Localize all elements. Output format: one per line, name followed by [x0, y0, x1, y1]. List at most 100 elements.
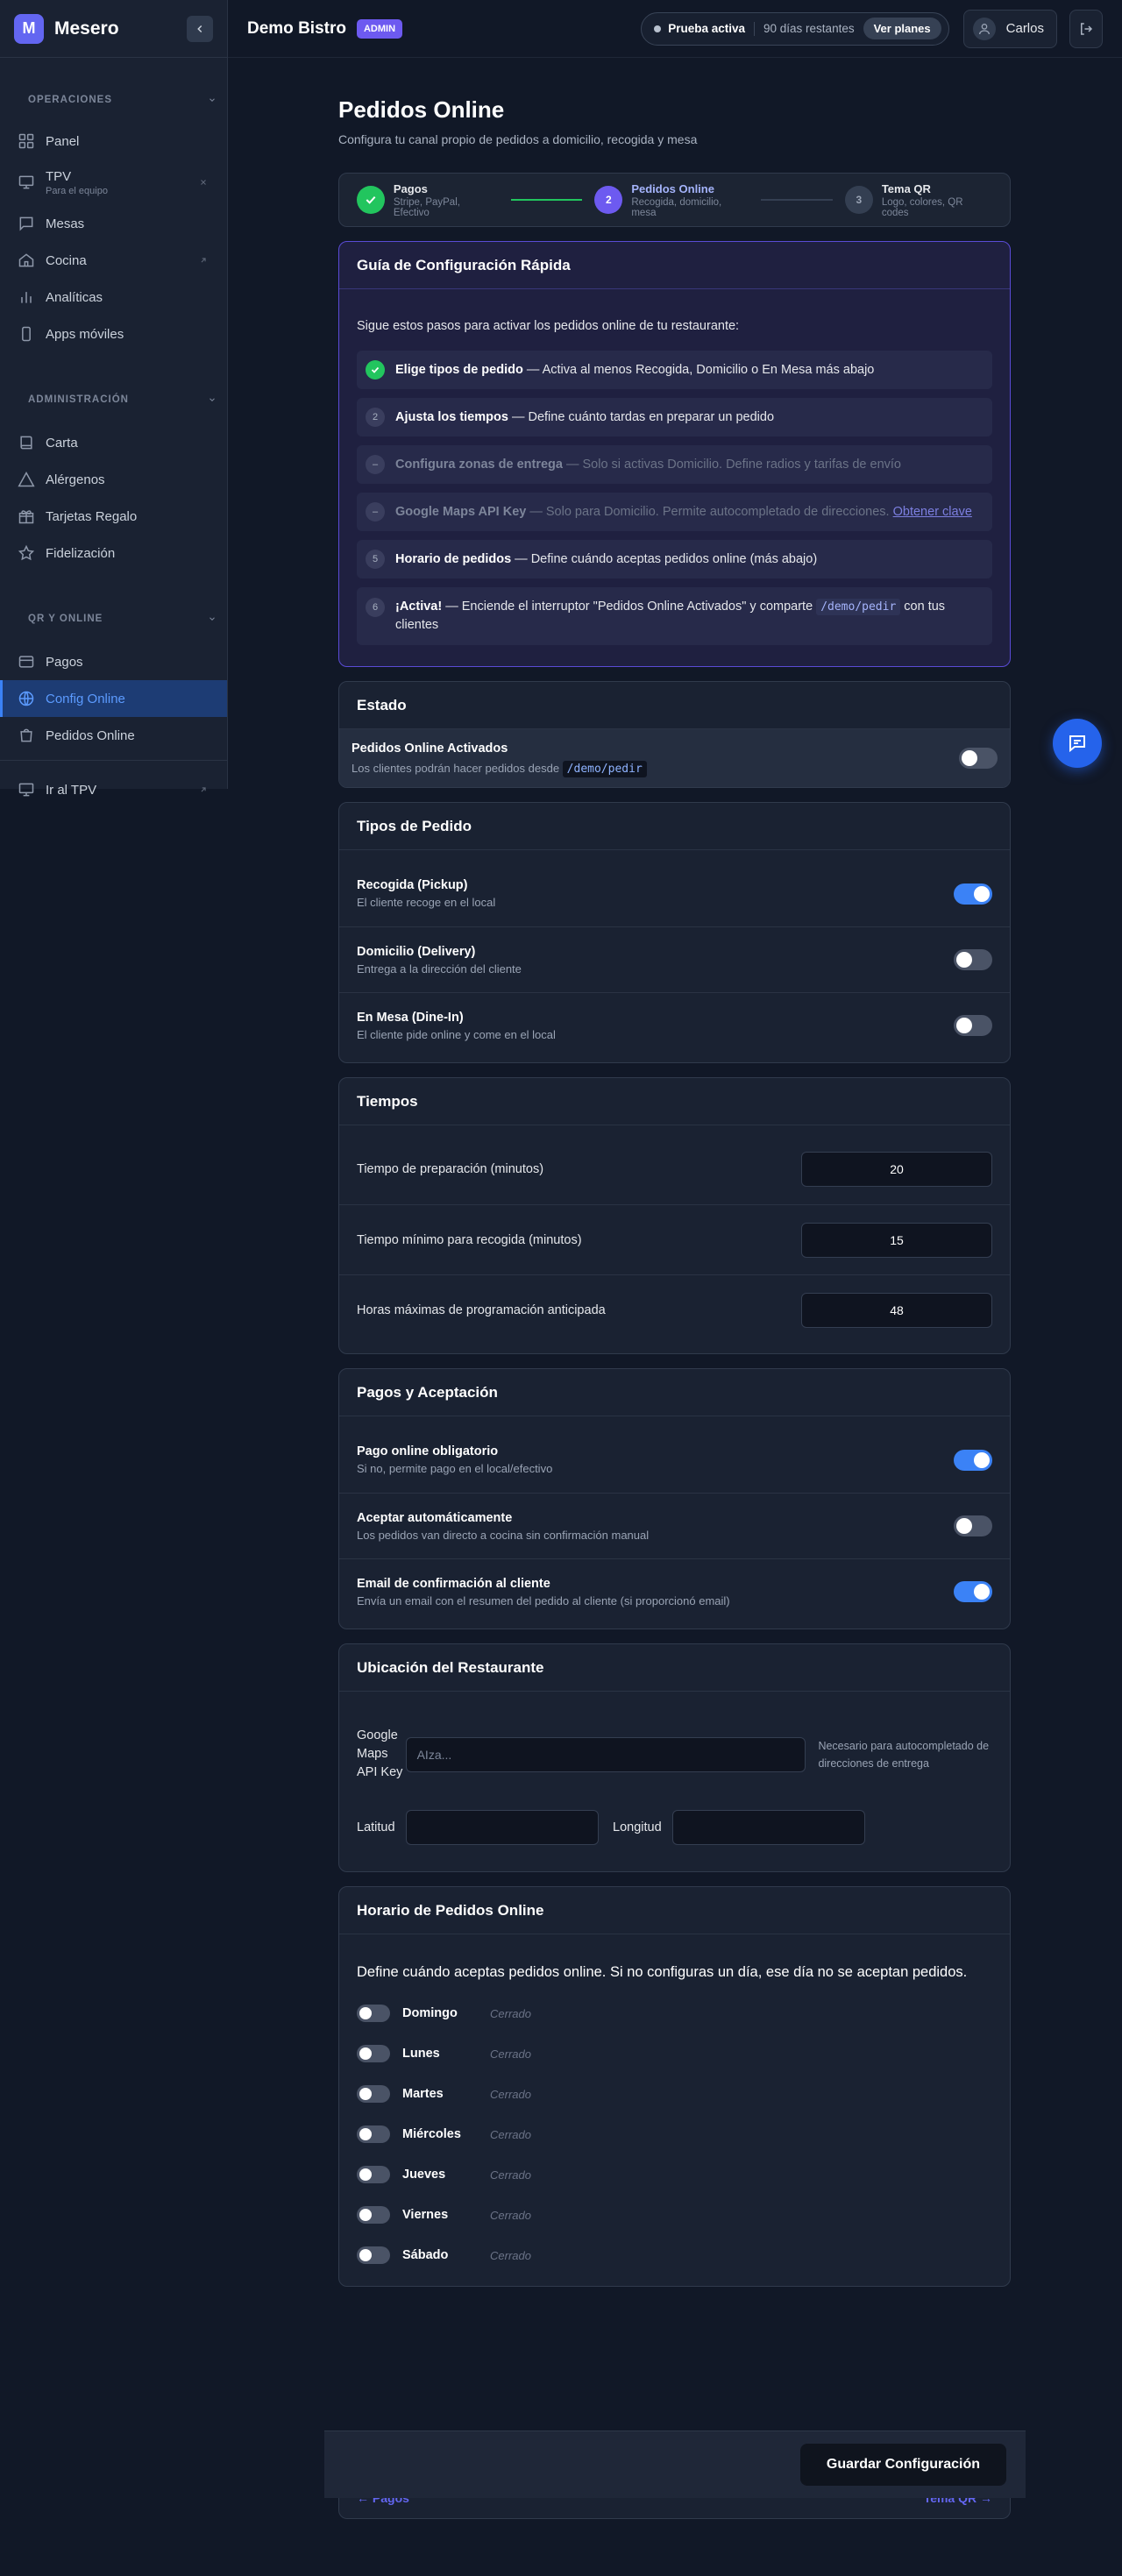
card-title: Guía de Configuración Rápida — [339, 242, 1010, 289]
day-status: Cerrado — [490, 2248, 531, 2262]
day-toggle[interactable] — [357, 2085, 390, 2103]
setting-label: Pago online obligatorio — [357, 1444, 499, 1458]
card-title: Tiempos — [339, 1078, 1010, 1125]
times-card: Tiempos Tiempo de preparación (minutos) … — [338, 1077, 1011, 1354]
guide-step-title: ¡Activa! — [395, 600, 443, 614]
confirmation-email-toggle[interactable] — [954, 1581, 992, 1602]
setting-description: Los clientes podrán hacer pedidos desde … — [352, 760, 647, 777]
prev-step-link[interactable]: ← Pagos — [357, 2498, 409, 2505]
card-title: Horario de Pedidos Online — [339, 1887, 1010, 1934]
guide-step-title: Horario de pedidos — [395, 552, 512, 566]
monitor-icon — [18, 783, 34, 797]
day-toggle[interactable] — [357, 2005, 390, 2022]
setting-description: Entrega a la dirección del cliente — [357, 962, 522, 976]
topbar: Demo Bistro ADMIN Prueba activa 90 días … — [228, 0, 1122, 58]
setting-label: Tiempo mínimo para recogida (minutos) — [357, 1232, 582, 1247]
day-toggle[interactable] — [357, 2045, 390, 2062]
sidebar-item-label: Alérgenos — [46, 472, 105, 487]
sidebar-divider — [0, 754, 227, 761]
globe-icon — [18, 691, 34, 706]
sidebar-item-label: Config Online — [46, 691, 125, 706]
sidebar-item-tpv[interactable]: TPV Para el equipo — [0, 160, 227, 205]
latitude-input[interactable] — [406, 1810, 599, 1845]
step-number: – — [366, 502, 385, 522]
sidebar-item-mesas[interactable]: Mesas — [0, 205, 227, 242]
sidebar-section-operaciones[interactable]: OPERACIONES — [0, 91, 227, 109]
guide-intro: Sigue estos pasos para activar los pedid… — [357, 319, 740, 333]
online-payment-toggle[interactable] — [954, 1449, 992, 1471]
sidebar-section-administracion[interactable]: ADMINISTRACIÓN — [0, 391, 227, 408]
logout-button[interactable] — [1069, 9, 1103, 48]
section-title: ADMINISTRACIÓN — [28, 394, 129, 405]
delivery-toggle[interactable] — [954, 949, 992, 970]
sidebar-item-cocina[interactable]: Cocina — [0, 242, 227, 279]
prep-time-input[interactable]: 20 — [801, 1152, 992, 1187]
check-icon — [366, 195, 376, 204]
quick-setup-guide: Guía de Configuración Rápida Sigue estos… — [338, 241, 1011, 667]
auto-accept-row: Aceptar automáticamente Los pedidos van d… — [339, 1493, 1010, 1558]
collapse-sidebar-button[interactable] — [187, 15, 213, 42]
step-done-badge — [366, 360, 385, 380]
day-toggle[interactable] — [357, 2206, 390, 2224]
step-complete-badge — [357, 186, 385, 214]
day-toggle[interactable] — [357, 2246, 390, 2264]
setting-description: El cliente recoge en el local — [357, 896, 496, 909]
schedule-day-row: Jueves Cerrado — [339, 2154, 1010, 2195]
step-pagos[interactable]: Pagos Stripe, PayPal, Efectivo — [357, 182, 499, 218]
sidebar-item-analiticas[interactable]: Analíticas — [0, 279, 227, 316]
star-icon — [18, 544, 35, 561]
guide-step-title: Ajusta los tiempos — [395, 410, 508, 424]
main-content: Pedidos Online Configura tu canal propio… — [338, 96, 1011, 2287]
day-toggle[interactable] — [357, 2166, 390, 2183]
trial-label: Prueba activa — [668, 22, 746, 35]
sidebar-item-label: Pedidos Online — [46, 727, 135, 743]
sidebar-item-label: Cocina — [46, 252, 87, 268]
save-config-button[interactable]: Guardar Configuración — [799, 2444, 1006, 2486]
step-number: 2 — [366, 408, 385, 427]
sidebar-item-apps-moviles[interactable]: Apps móviles — [0, 316, 227, 352]
next-step-link[interactable]: Tema QR → — [924, 2498, 992, 2505]
estado-card: Estado Pedidos Online Activados Los clie… — [338, 681, 1011, 788]
pickup-min-time-input[interactable]: 15 — [801, 1222, 992, 1258]
guide-step: 6 ¡Activa! — Enciende el interruptor "Pe… — [357, 587, 992, 645]
divider — [754, 21, 756, 36]
step-number: 3 — [844, 186, 873, 214]
step-number: 2 — [594, 186, 623, 214]
section-title: QR Y ONLINE — [28, 614, 103, 624]
sidebar-item-pagos[interactable]: Pagos — [0, 643, 227, 680]
auto-accept-toggle[interactable] — [954, 1515, 992, 1536]
api-key-input[interactable]: AIza... — [405, 1736, 806, 1772]
pickup-toggle[interactable] — [954, 883, 992, 905]
online-orders-toggle[interactable] — [959, 748, 998, 769]
sidebar-item-pedidos-online[interactable]: Pedidos Online — [0, 717, 227, 754]
dine-in-toggle[interactable] — [954, 1015, 992, 1036]
max-schedule-hours-input[interactable]: 48 — [801, 1292, 992, 1328]
guide-step: 5 Horario de pedidos — Define cuándo ace… — [357, 540, 992, 578]
get-api-key-link[interactable]: Obtener clave — [893, 505, 972, 519]
order-type-dine-in-row: En Mesa (Dine-In) El cliente pide online … — [339, 992, 1010, 1058]
day-toggle[interactable] — [357, 2125, 390, 2143]
longitude-input[interactable] — [671, 1810, 865, 1845]
setting-description: Envía un email con el resumen del pedido… — [357, 1593, 730, 1607]
setting-label: Horas máximas de programación anticipada — [357, 1302, 606, 1317]
chat-support-button[interactable] — [1053, 719, 1102, 768]
chevron-down-icon — [209, 617, 215, 621]
step-pedidos-online[interactable]: 2 Pedidos Online Recogida, domicilio, mes… — [594, 182, 749, 218]
step-title: Pagos — [393, 181, 428, 195]
sidebar-item-ir-al-tpv[interactable]: Ir al TPV — [0, 771, 227, 808]
sidebar-item-fidelizacion[interactable]: Fidelización — [0, 535, 227, 571]
setting-description: Los pedidos van directo a cocina sin con… — [357, 1528, 650, 1542]
sidebar-item-alergenos[interactable]: Alérgenos — [0, 461, 227, 498]
sidebar-section-qr-online[interactable]: QR Y ONLINE — [0, 610, 227, 628]
sidebar-item-panel[interactable]: Panel — [0, 123, 227, 160]
sidebar-item-tarjetas-regalo[interactable]: Tarjetas Regalo — [0, 498, 227, 535]
step-tema-qr[interactable]: 3 Tema QR Logo, colores, QR codes — [844, 182, 992, 218]
sidebar-item-carta[interactable]: Carta — [0, 424, 227, 461]
schedule-day-row: Miércoles Cerrado — [339, 2114, 1010, 2154]
page-title: Pedidos Online — [338, 96, 505, 123]
chat-square-icon — [19, 216, 33, 231]
view-plans-button[interactable]: Ver planes — [863, 18, 941, 39]
sidebar-item-config-online[interactable]: Config Online — [0, 680, 227, 717]
card-title: Pagos y Aceptación — [339, 1369, 1010, 1416]
user-menu[interactable]: Carlos — [962, 9, 1057, 48]
